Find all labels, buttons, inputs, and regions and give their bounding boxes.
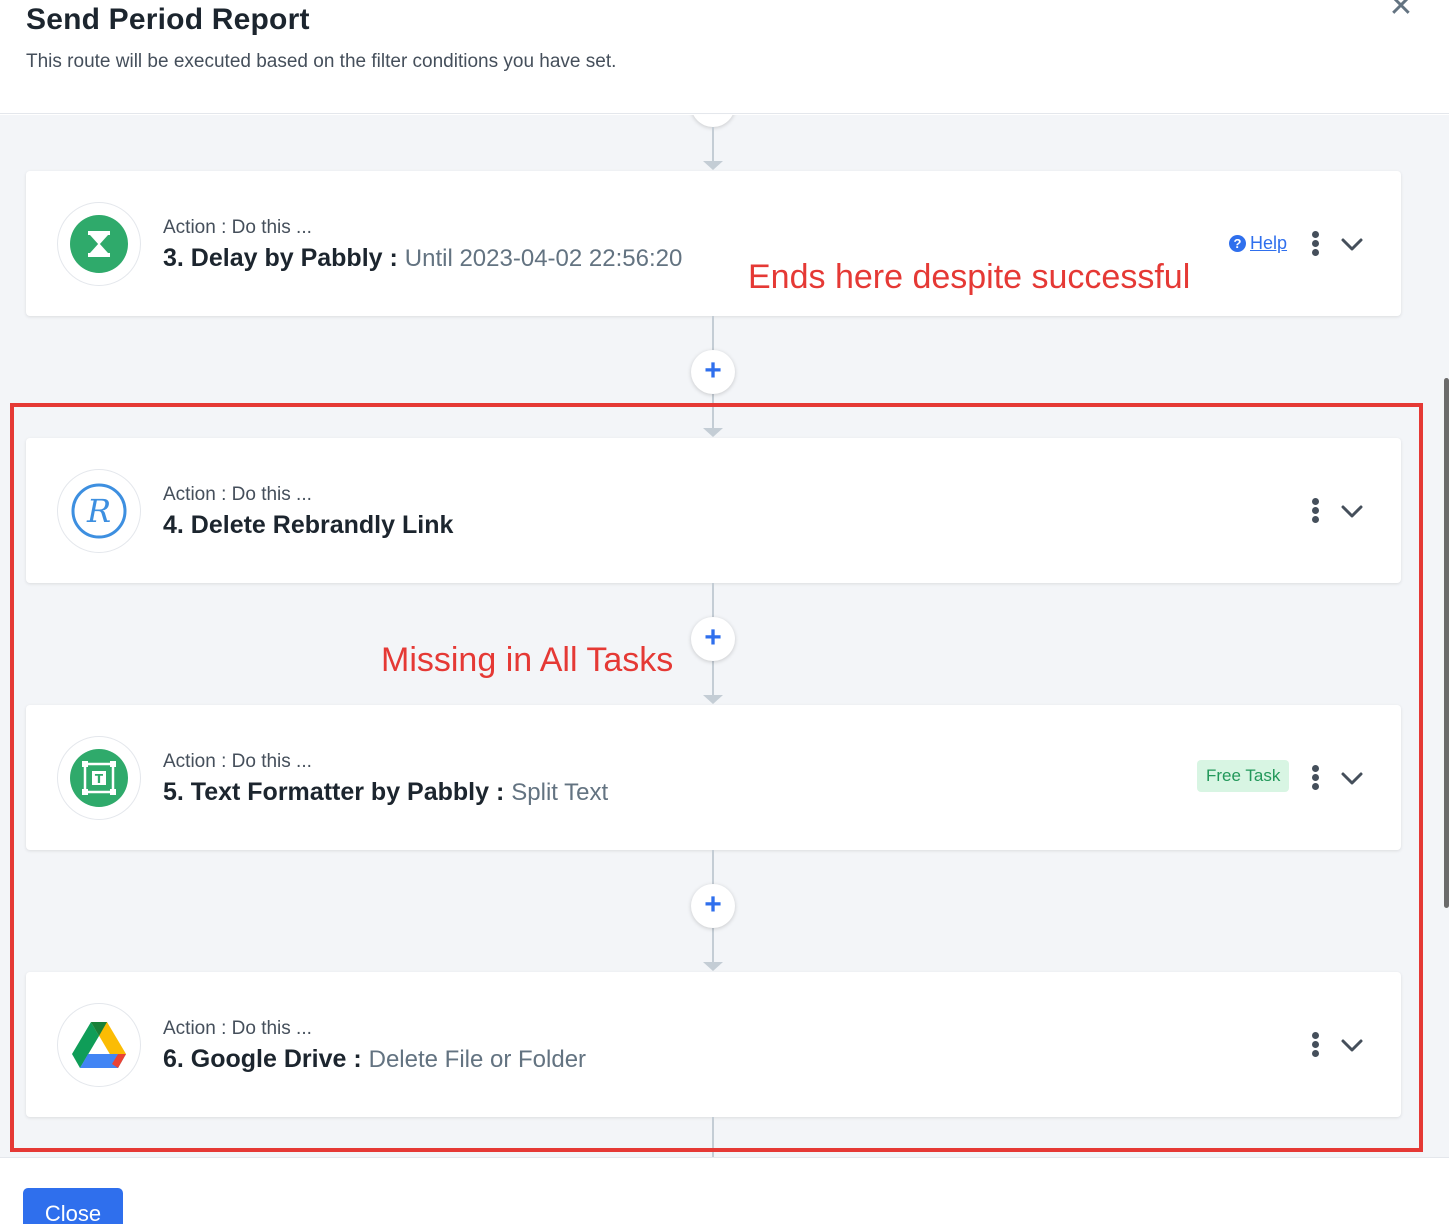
close-button[interactable]: Close — [23, 1188, 123, 1224]
modal-header: Send Period Report This route will be ex… — [0, 0, 1449, 114]
modal-subtitle: This route will be executed based on the… — [26, 51, 617, 72]
step-title: 4. Delete Rebrandly Link — [163, 509, 453, 541]
help-label: Help — [1250, 233, 1288, 253]
step-title: 3. Delay by Pabbly : Until 2023-04-02 22… — [163, 242, 682, 275]
step-title: 5. Text Formatter by Pabbly : Split Text — [163, 776, 608, 809]
step-title: 6. Google Drive : Delete File or Folder — [163, 1043, 586, 1076]
help-link[interactable]: ? Help — [1229, 231, 1287, 255]
annotation-ends-here: Ends here despite successful — [748, 258, 1191, 296]
add-step-button[interactable] — [691, 115, 735, 127]
modal-footer: Close — [0, 1157, 1449, 1224]
step-title-sub: Delete File or Folder — [368, 1046, 587, 1073]
close-icon[interactable]: ✕ — [1386, 0, 1416, 22]
step-card-5[interactable]: T Action : Do this ... 5. Text Formatter… — [26, 705, 1401, 850]
hourglass-icon — [70, 215, 128, 273]
text-formatter-icon: T — [70, 749, 128, 807]
step-card-3[interactable]: Action : Do this ... 3. Delay by Pabbly … — [26, 171, 1401, 316]
more-options-icon[interactable] — [1308, 229, 1324, 257]
more-options-icon[interactable] — [1308, 763, 1324, 791]
add-step-button[interactable]: + — [691, 884, 735, 928]
scrollbar-thumb[interactable] — [1444, 378, 1449, 908]
google-drive-icon — [70, 1016, 128, 1074]
step-title-main: 3. Delay by Pabbly : — [163, 244, 398, 272]
connector-arrow — [703, 695, 723, 704]
add-step-button[interactable]: + — [691, 350, 735, 394]
connector-line — [712, 1117, 714, 1157]
step-title-main: 4. Delete Rebrandly Link — [163, 511, 454, 539]
connector-arrow — [703, 962, 723, 971]
annotation-missing: Missing in All Tasks — [381, 641, 674, 679]
step-title-main: 6. Google Drive : — [163, 1045, 362, 1073]
step-title-sub: Until 2023-04-02 22:56:20 — [404, 245, 683, 272]
app-icon-wrap — [57, 1003, 141, 1087]
free-task-badge: Free Task — [1197, 760, 1290, 792]
connector-line — [712, 127, 714, 161]
rebrandly-icon: R — [70, 482, 128, 540]
app-icon-wrap — [57, 202, 141, 286]
step-title-main: 5. Text Formatter by Pabbly : — [163, 778, 505, 806]
svg-text:R: R — [86, 492, 111, 530]
question-icon: ? — [1229, 235, 1246, 252]
connector-arrow — [703, 161, 723, 170]
chevron-down-icon[interactable] — [1339, 765, 1365, 791]
workflow-canvas: Action : Do this ... 3. Delay by Pabbly … — [0, 115, 1449, 1157]
more-options-icon[interactable] — [1308, 1030, 1324, 1058]
chevron-down-icon[interactable] — [1339, 498, 1365, 524]
modal-title: Send Period Report — [26, 3, 310, 36]
app-icon-wrap: T — [57, 736, 141, 820]
step-card-4[interactable]: R Action : Do this ... 4. Delete Rebrand… — [26, 438, 1401, 583]
more-options-icon[interactable] — [1308, 496, 1324, 524]
step-card-6[interactable]: Action : Do this ... 6. Google Drive : D… — [26, 972, 1401, 1117]
step-kicker: Action : Do this ... — [163, 217, 312, 238]
step-kicker: Action : Do this ... — [163, 484, 312, 505]
app-icon-wrap: R — [57, 469, 141, 553]
step-kicker: Action : Do this ... — [163, 751, 312, 772]
step-kicker: Action : Do this ... — [163, 1018, 312, 1039]
step-title-sub: Split Text — [511, 779, 609, 806]
connector-arrow — [703, 428, 723, 437]
chevron-down-icon[interactable] — [1339, 231, 1365, 257]
chevron-down-icon[interactable] — [1339, 1032, 1365, 1058]
add-step-button[interactable]: + — [691, 617, 735, 661]
svg-text:T: T — [95, 772, 104, 786]
